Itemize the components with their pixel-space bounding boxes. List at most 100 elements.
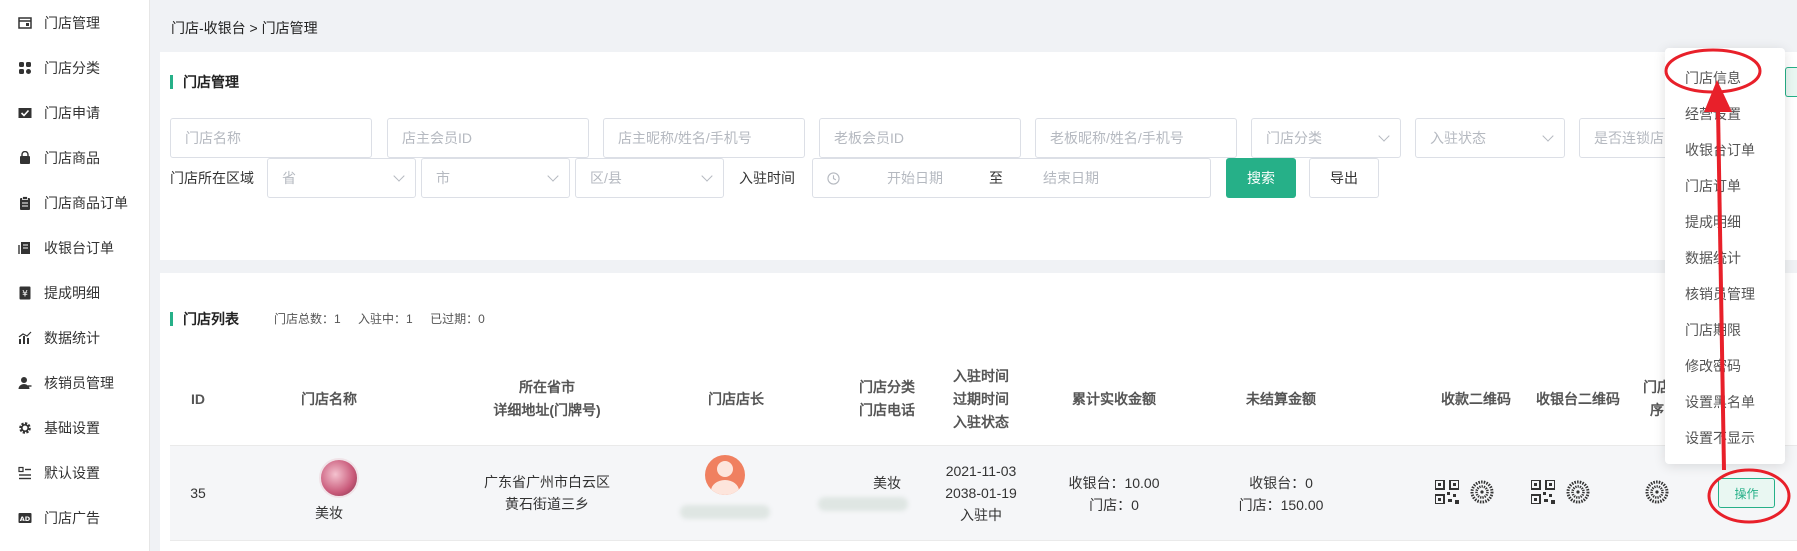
sidebar-item-store-goods[interactable]: 门店商品 bbox=[0, 135, 149, 180]
owner-member-id-input[interactable]: 店主会员ID bbox=[387, 118, 589, 158]
svg-text:AD: AD bbox=[20, 514, 31, 522]
district-select[interactable]: 区/县 bbox=[575, 158, 724, 198]
top-action-button-edge[interactable] bbox=[1785, 67, 1797, 97]
owner-name-redacted bbox=[680, 505, 770, 519]
sidebar-item-label: 数据统计 bbox=[44, 329, 100, 346]
sidebar-item-cashier-order[interactable]: 收银台订单 bbox=[0, 225, 149, 270]
header-expire-time: 过期时间 bbox=[953, 391, 1009, 407]
sidebar-item-store-category[interactable]: 门店分类 bbox=[0, 45, 149, 90]
user-icon bbox=[18, 376, 40, 390]
header-address: 详细地址(门牌号) bbox=[493, 402, 601, 418]
menu-item-store-term[interactable]: 门店期限 bbox=[1685, 320, 1741, 340]
sidebar-item-label: 提成明细 bbox=[44, 284, 100, 301]
owner-info-input[interactable]: 店主昵称/姓名/手机号 bbox=[603, 118, 805, 158]
sidebar-item-verifier[interactable]: 核销员管理 bbox=[0, 360, 149, 405]
chain-select-value: 是否连锁店 bbox=[1594, 130, 1664, 146]
boss-info-input[interactable]: 老板昵称/姓名/手机号 bbox=[1035, 118, 1237, 158]
region-label: 门店所在区域 bbox=[170, 170, 254, 186]
checkbox-icon bbox=[18, 106, 40, 120]
sidebar-item-label: 基础设置 bbox=[44, 419, 100, 436]
sidebar-item-store-ads[interactable]: AD 门店广告 bbox=[0, 495, 149, 540]
cell-unsettled-store: 门店：150.00 bbox=[1238, 497, 1324, 513]
cell-status: 入驻中 bbox=[960, 507, 1002, 523]
boss-member-id-input[interactable]: 老板会员ID bbox=[819, 118, 1021, 158]
menu-item-statistics[interactable]: 数据统计 bbox=[1685, 248, 1741, 268]
pay-mini-code-icon[interactable] bbox=[1470, 480, 1494, 504]
store-name-input[interactable]: 门店名称 bbox=[170, 118, 372, 158]
chain-select[interactable]: 是否连锁店 bbox=[1579, 118, 1679, 158]
sidebar-item-default-settings[interactable]: 默认设置 bbox=[0, 450, 149, 495]
header-location: 所在省市 详细地址(门牌号) bbox=[447, 376, 647, 422]
title-accent-bar bbox=[170, 75, 173, 89]
header-id: ID bbox=[191, 391, 205, 407]
join-time-label: 入驻时间 bbox=[739, 170, 795, 186]
sidebar-item-label: 默认设置 bbox=[44, 464, 100, 481]
chevron-down-icon bbox=[393, 170, 405, 182]
city-select-value: 市 bbox=[436, 170, 450, 186]
menu-item-store-orders[interactable]: 门店订单 bbox=[1685, 176, 1741, 196]
cashier-qr-code-icon[interactable] bbox=[1531, 480, 1555, 504]
grid-icon bbox=[18, 61, 40, 75]
header-pay-qr: 收款二维码 bbox=[1441, 391, 1511, 407]
filter-section-title: 门店管理 bbox=[170, 72, 239, 92]
sidebar-item-label: 核销员管理 bbox=[44, 374, 114, 391]
menu-item-business-settings[interactable]: 经营设置 bbox=[1685, 104, 1741, 124]
sidebar-item-statistics[interactable]: 数据统计 bbox=[0, 315, 149, 360]
province-select[interactable]: 省 bbox=[267, 158, 416, 198]
store-icon bbox=[18, 16, 40, 30]
ad-icon: AD bbox=[18, 511, 40, 525]
menu-item-cashier-orders[interactable]: 收银台订单 bbox=[1685, 140, 1755, 160]
header-total-amount: 累计实收金额 bbox=[1072, 391, 1156, 407]
cell-unsettled: 收银台：0 门店：150.00 bbox=[1216, 472, 1346, 516]
category-select[interactable]: 门店分类 bbox=[1251, 118, 1401, 158]
cell-category: 美妆 bbox=[873, 475, 901, 491]
title-accent-bar bbox=[170, 312, 173, 326]
receipt-icon bbox=[18, 241, 40, 255]
sidebar-item-store-manage[interactable]: 门店管理 bbox=[0, 0, 149, 45]
menu-item-change-password[interactable]: 修改密码 bbox=[1685, 356, 1741, 376]
stat-expired: 已过期：0 bbox=[430, 312, 485, 326]
list-section-title: 门店列表 bbox=[170, 309, 239, 329]
menu-item-blacklist[interactable]: 设置黑名单 bbox=[1685, 392, 1755, 412]
pay-qr-code-icon[interactable] bbox=[1435, 480, 1459, 504]
header-province: 所在省市 bbox=[519, 379, 575, 395]
city-select[interactable]: 市 bbox=[421, 158, 570, 198]
search-button[interactable]: 搜索 bbox=[1226, 158, 1296, 198]
sidebar-item-label: 门店广告 bbox=[44, 509, 100, 526]
list-stats: 门店总数：1 入驻中：1 已过期：0 bbox=[274, 310, 499, 327]
chevron-down-icon bbox=[1542, 130, 1554, 142]
end-date-input[interactable]: 结束日期 bbox=[1043, 168, 1099, 188]
sidebar-item-label: 收银台订单 bbox=[44, 239, 114, 256]
menu-item-commission[interactable]: 提成明细 bbox=[1685, 212, 1741, 232]
gear-icon bbox=[18, 421, 40, 435]
menu-item-hide[interactable]: 设置不显示 bbox=[1685, 428, 1755, 448]
cell-address-line-1: 广东省广州市白云区 bbox=[484, 474, 610, 490]
date-range-picker[interactable]: 开始日期 至 结束日期 bbox=[812, 158, 1211, 198]
menu-item-store-info[interactable]: 门店信息 bbox=[1685, 68, 1741, 88]
status-select[interactable]: 入驻状态 bbox=[1415, 118, 1565, 158]
cell-address-line-2: 黄石街道三乡 bbox=[505, 496, 589, 512]
chevron-down-icon bbox=[547, 170, 559, 182]
cashier-mini-code-icon[interactable] bbox=[1566, 480, 1590, 504]
sidebar-item-store-apply[interactable]: 门店申请 bbox=[0, 90, 149, 135]
export-button[interactable]: 导出 bbox=[1309, 158, 1379, 198]
sidebar-item-store-goods-order[interactable]: 门店商品订单 bbox=[0, 180, 149, 225]
filter-panel: 门店管理 门店名称 店主会员ID 店主昵称/姓名/手机号 老板会员ID 老板昵称… bbox=[160, 52, 1797, 260]
header-status: 入驻状态 bbox=[953, 414, 1009, 430]
sidebar-item-basic-settings[interactable]: 基础设置 bbox=[0, 405, 149, 450]
filter-title-text: 门店管理 bbox=[183, 74, 239, 90]
sidebar-item-commission[interactable]: ¥ 提成明细 bbox=[0, 270, 149, 315]
menu-item-verifier[interactable]: 核销员管理 bbox=[1685, 284, 1755, 304]
list-title-text: 门店列表 bbox=[183, 311, 239, 327]
owner-avatar bbox=[705, 455, 745, 495]
operate-button[interactable]: 操作 bbox=[1718, 478, 1775, 508]
svg-text:¥: ¥ bbox=[22, 289, 28, 299]
store-mini-code-icon[interactable] bbox=[1645, 480, 1669, 504]
header-category: 门店分类 bbox=[859, 379, 915, 395]
sidebar-item-label: 门店商品 bbox=[44, 149, 100, 166]
header-join-time: 入驻时间 bbox=[953, 368, 1009, 384]
header-times: 入驻时间 过期时间 入驻状态 bbox=[931, 365, 1031, 434]
clock-icon bbox=[827, 171, 840, 185]
sidebar-item-label: 门店管理 bbox=[44, 14, 100, 31]
start-date-input[interactable]: 开始日期 bbox=[887, 168, 943, 188]
